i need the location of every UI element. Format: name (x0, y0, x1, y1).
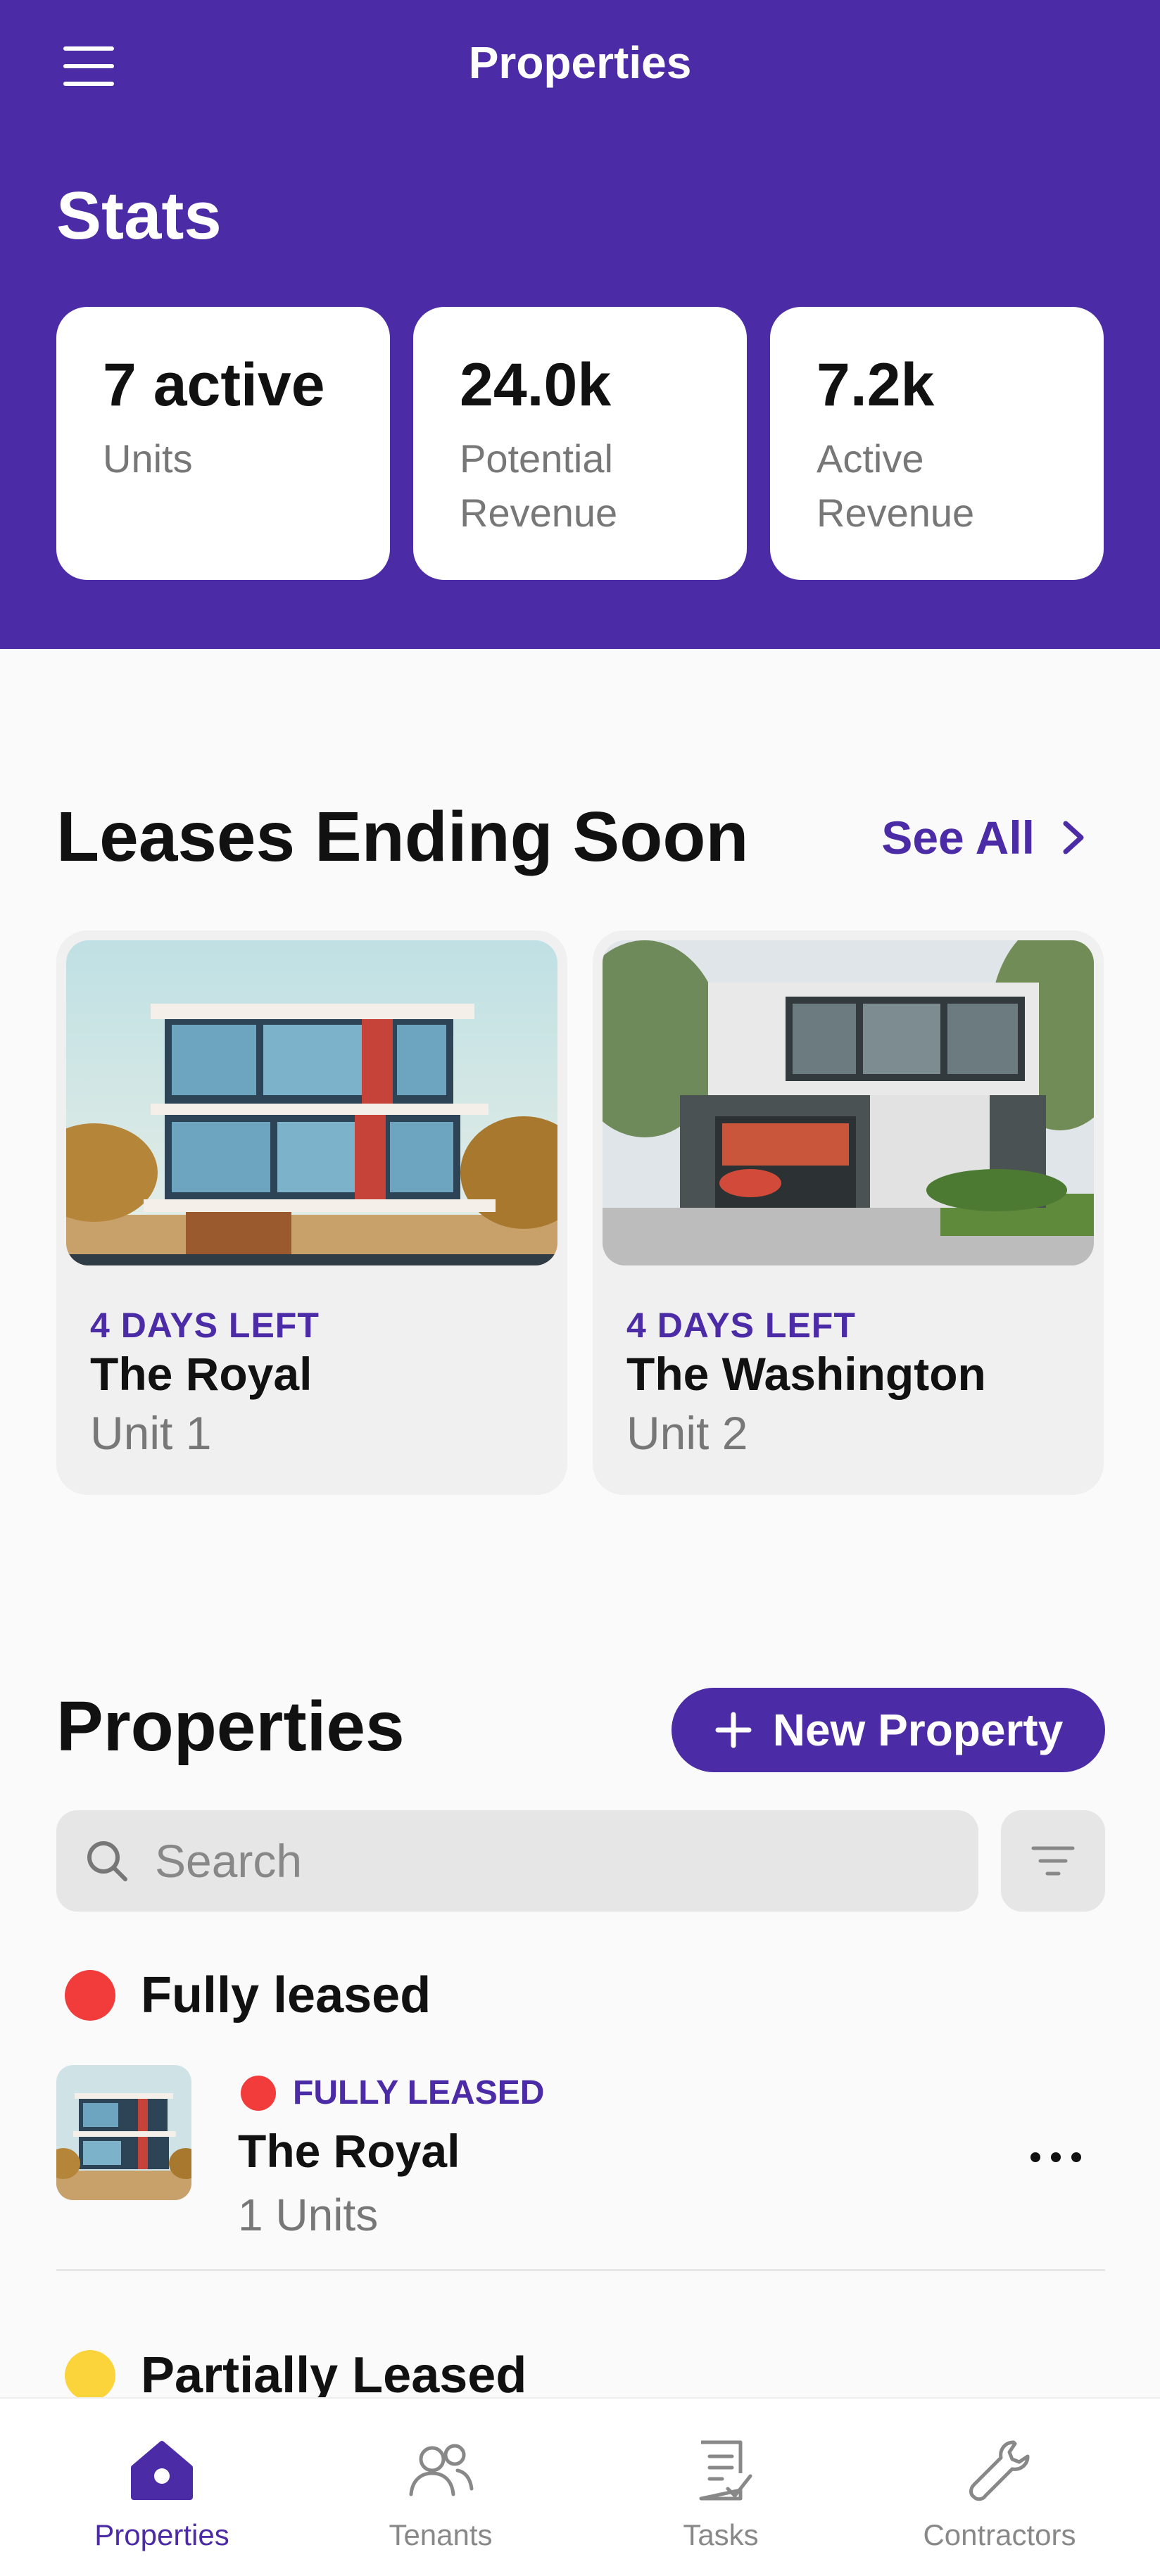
stats-header: Properties Stats 7 active Units 24.0k Po… (0, 0, 1160, 649)
property-status: FULLY LEASED (241, 2073, 544, 2112)
lease-property-name: The Washington (626, 1348, 986, 1400)
property-units: 1 Units (238, 2190, 379, 2240)
tab-contractors[interactable]: Contractors (855, 2399, 1145, 2576)
tab-properties[interactable]: Properties (17, 2399, 307, 2576)
divider (56, 2269, 1105, 2271)
more-icon (1030, 2152, 1040, 2162)
chevron-right-icon (1063, 821, 1084, 854)
tab-tasks[interactable]: Tasks (576, 2399, 866, 2576)
stat-label: Potential Revenue (460, 436, 618, 535)
people-icon (409, 2444, 474, 2496)
group-header-fully-leased: Fully leased (65, 1966, 431, 2024)
new-property-label: New Property (772, 1705, 1064, 1755)
stats-title: Stats (56, 178, 222, 253)
stat-value: 7.2k (817, 351, 935, 419)
days-left: 4 DAYS LEFT (90, 1306, 320, 1345)
properties-section-title: Properties (56, 1687, 405, 1766)
status-dot (65, 1970, 115, 2021)
lease-card[interactable]: 4 DAYS LEFT The Royal Unit 1 (56, 930, 567, 1495)
new-property-button[interactable]: New Property (672, 1688, 1105, 1772)
group-header-partially-leased: Partially Leased (65, 2347, 527, 2404)
wrench-icon (969, 2440, 1030, 2501)
filter-icon (1031, 1846, 1075, 1876)
stat-value: 7 active (103, 351, 325, 419)
stat-card-active-revenue[interactable]: 7.2k Active Revenue (770, 307, 1104, 580)
tab-label: Contractors (923, 2518, 1076, 2551)
bottom-tab-bar: Properties Tenants Tasks Contractors (0, 2397, 1160, 2576)
tab-label: Tenants (389, 2518, 493, 2551)
property-thumbnail[interactable] (56, 2065, 191, 2200)
filter-button[interactable] (1001, 1810, 1105, 1912)
lease-card[interactable]: 4 DAYS LEFT The Washington Unit 2 (593, 930, 1104, 1495)
plus-icon (715, 1712, 752, 1748)
search-field[interactable] (56, 1810, 978, 1912)
see-all-link[interactable]: See All (881, 811, 1085, 864)
property-image (603, 940, 1094, 1265)
more-icon-dot (1051, 2152, 1061, 2162)
stat-card-units[interactable]: 7 active Units (56, 307, 390, 580)
stat-value: 24.0k (460, 351, 612, 419)
more-icon-dot (1071, 2152, 1081, 2162)
lease-property-name: The Royal (90, 1348, 313, 1400)
more-options-button[interactable] (1021, 2140, 1091, 2175)
days-left: 4 DAYS LEFT (626, 1306, 856, 1345)
page-title: Properties (468, 37, 692, 88)
status-dot (241, 2075, 276, 2111)
tab-label: Tasks (683, 2518, 759, 2551)
search-input[interactable] (155, 1834, 859, 1888)
group-name: Partially Leased (141, 2347, 527, 2404)
stat-label: Active Revenue (817, 436, 975, 535)
stat-card-potential-revenue[interactable]: 24.0k Potential Revenue (413, 307, 747, 580)
see-all-label: See All (881, 812, 1035, 864)
home-icon (131, 2441, 193, 2500)
property-name[interactable]: The Royal (238, 2124, 460, 2178)
clipboard-check-icon (699, 2440, 752, 2501)
status-dot (65, 2350, 115, 2401)
stat-label: Units (103, 436, 193, 481)
lease-unit: Unit 2 (626, 1407, 748, 1459)
search-icon (87, 1841, 127, 1881)
tab-tenants[interactable]: Tenants (296, 2399, 586, 2576)
property-image (66, 940, 557, 1265)
group-name: Fully leased (141, 1967, 431, 2023)
lease-unit: Unit 1 (90, 1407, 212, 1459)
tab-label: Properties (94, 2518, 229, 2551)
leases-section-title: Leases Ending Soon (56, 797, 749, 876)
status-label: FULLY LEASED (293, 2074, 545, 2111)
